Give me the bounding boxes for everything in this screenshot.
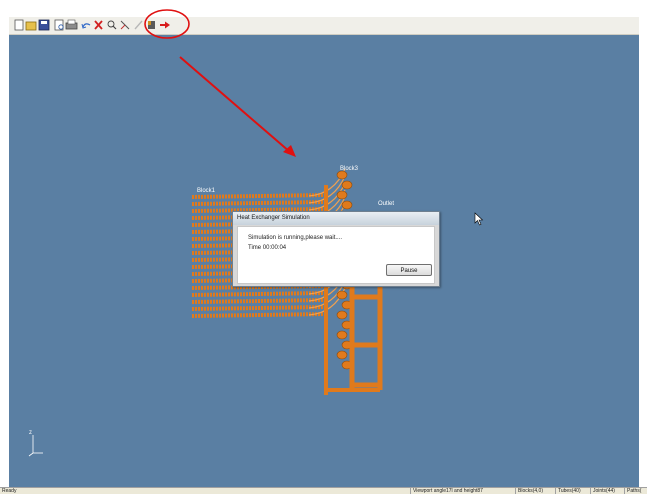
pencil-icon[interactable] (134, 20, 143, 30)
manifold-joint (336, 170, 348, 180)
window-top-edge (0, 0, 647, 17)
manifold-joint (336, 330, 348, 340)
manifold-joint (336, 290, 348, 300)
dialog-title: Heat Exchanger Simulation (233, 212, 439, 225)
window-right-edge (639, 17, 647, 487)
tube (191, 305, 328, 311)
manifold-joint (336, 350, 348, 360)
preview-icon[interactable] (54, 19, 64, 31)
tube (191, 200, 328, 206)
new-icon[interactable] (14, 19, 24, 31)
delete-icon[interactable] (94, 20, 103, 30)
tube (191, 193, 328, 199)
toolbar (9, 17, 639, 35)
dialog-message: Simulation is running,please wait.... (248, 235, 343, 241)
manifold-joint (341, 200, 353, 210)
manifold-joint (336, 190, 348, 200)
status-ready: Ready (2, 488, 17, 494)
block1-label: Block1 (197, 188, 216, 194)
outlet-label: Outlet (378, 201, 394, 207)
toolbar-icons (14, 19, 170, 31)
open-icon[interactable] (25, 21, 37, 31)
dot-icon[interactable] (148, 21, 155, 29)
axis-z-label: z (29, 430, 32, 436)
pause-button[interactable]: Pause (386, 264, 432, 276)
window-left-edge (0, 17, 9, 487)
status-blocks: Blocks(4,0) (515, 488, 543, 494)
tube (191, 312, 328, 318)
status-bar: Ready Viewport angle17l and height87 Blo… (0, 487, 647, 494)
manifold-joint (336, 310, 348, 320)
undo-icon[interactable] (81, 23, 91, 29)
tube (191, 291, 328, 297)
status-paths: Paths( (624, 488, 641, 494)
save-icon[interactable] (38, 19, 50, 31)
axis-triad-icon (28, 435, 43, 457)
manifold-joint (341, 180, 353, 190)
line-icon[interactable] (120, 20, 130, 30)
mouse-cursor-icon (474, 212, 484, 226)
tube (191, 298, 328, 304)
status-viewport: Viewport angle17l and height87 (410, 488, 483, 494)
zoom-icon[interactable] (107, 20, 117, 30)
block3-label: Block3 (340, 166, 359, 172)
simulation-dialog: Heat Exchanger Simulation Simulation is … (232, 211, 440, 287)
dialog-body: Simulation is running,please wait.... Ti… (237, 226, 435, 284)
run-arrow-icon[interactable] (160, 21, 170, 29)
print-icon[interactable] (65, 19, 78, 30)
status-tubes: Tubes(40) (555, 488, 581, 494)
status-joints: Joints(44) (590, 488, 615, 494)
dialog-elapsed-time: Time 00:00:04 (248, 245, 287, 251)
